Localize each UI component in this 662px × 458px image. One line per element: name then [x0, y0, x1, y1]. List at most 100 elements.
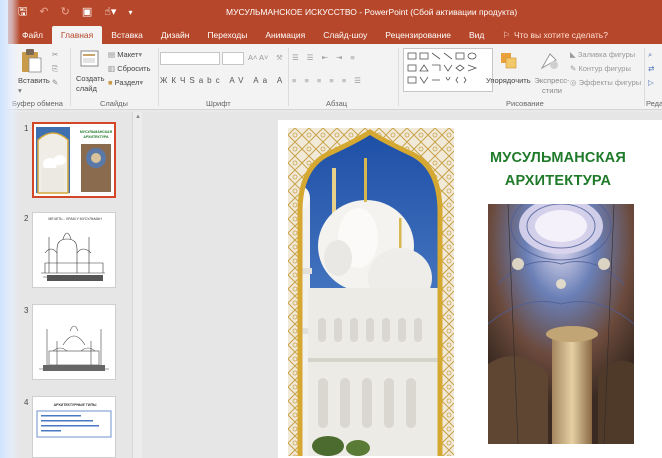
present-from-start-icon[interactable]: ▣ [82, 6, 92, 18]
reset-label: Сбросить [117, 64, 151, 73]
thumbnail-caption: АРХИТЕКТУРНЫЕ ТИПЫ [53, 403, 97, 407]
thumbnail-caption: МУСУЛЬМАНСКАЯ АРХИТЕКТУРА [79, 130, 113, 139]
slide-editing-area: МУСУЛЬМАНСКАЯ АРХИТЕКТУРА [142, 112, 662, 458]
quick-access-toolbar: 🖫 ↶ ↻ ▣ ☝▾ ▾ [8, 6, 132, 18]
layout-button[interactable]: ▤ Макет▾ [108, 50, 142, 59]
font-size-combobox[interactable] [222, 52, 244, 65]
layout-label: Макет [117, 50, 139, 59]
effects-icon: ◎ [570, 78, 577, 87]
select-icon[interactable]: ▷ [648, 78, 654, 87]
slide-title[interactable]: МУСУЛЬМАНСКАЯ АРХИТЕКТУРА [478, 147, 638, 193]
shapes-gallery-icons [407, 52, 478, 84]
ribbon-separator [70, 48, 71, 106]
slide-thumbnail-1[interactable]: МУСУЛЬМАНСКАЯ АРХИТЕКТУРА [32, 122, 116, 198]
thumbnail-scrollbar[interactable]: ▲ [132, 112, 142, 458]
pencil-icon: ✎ [570, 64, 577, 73]
shape-effects-button[interactable]: ◎ Эффекты фигуры [570, 78, 641, 87]
touch-mode-icon[interactable]: ☝▾ [104, 6, 116, 18]
font-name-combobox[interactable] [160, 52, 220, 65]
slide-thumbnail-2[interactable]: МЕЧЕТЬ - ХРАМ У МУСУЛЬМАН [32, 212, 116, 288]
reset-button[interactable]: ▥ Сбросить [108, 64, 151, 73]
ribbon-separator [158, 48, 159, 106]
align-buttons[interactable]: ≡ ≡ ≡ ≡ ≡ ☰ [292, 76, 364, 85]
shapes-gallery[interactable] [403, 48, 493, 92]
save-icon[interactable]: 🖫 [18, 6, 27, 18]
thumbnail-2-preview [41, 232, 105, 281]
tab-view[interactable]: Вид [460, 26, 493, 44]
slide-thumbnail-pane: 1 МУСУЛЬМАНСКАЯ АРХИТЕКТУРА 2 МЕЧЕТЬ - Х… [8, 112, 132, 458]
group-label-clipboard: Буфер обмена [12, 99, 63, 108]
slide-title-line-2: АРХИТЕКТУРА [504, 173, 612, 189]
tab-design[interactable]: Дизайн [152, 26, 199, 44]
tab-slideshow[interactable]: Слайд-шоу [314, 26, 376, 44]
section-button[interactable]: ■ Раздел▾ [108, 78, 143, 87]
font-size-buttons[interactable]: A˄ A˅ [248, 53, 268, 62]
slide-thumbnail-4[interactable]: АРХИТЕКТУРНЫЕ ТИПЫ [32, 396, 116, 458]
thumbnail-caption: МЕЧЕТЬ - ХРАМ У МУСУЛЬМАН [48, 217, 102, 221]
tab-transitions[interactable]: Переходы [198, 26, 256, 44]
paste-icon[interactable] [20, 48, 42, 74]
shape-outline-label: Контур фигуры [578, 64, 631, 73]
replace-icon[interactable]: ⇄ [648, 64, 654, 73]
shape-outline-button[interactable]: ✎ Контур фигуры [570, 64, 631, 73]
tell-me-text: Что вы хотите сделать? [513, 30, 608, 40]
list-buttons[interactable]: ☰ ☰ ⇤ ⇥ ≡ [292, 53, 358, 62]
powerpoint-window: 🖫 ↶ ↻ ▣ ☝▾ ▾ МУСУЛЬМАНСКОЕ ИСКУССТВО - P… [0, 0, 662, 458]
font-format-buttons[interactable]: ЖКЧSabc AV Aa A [160, 76, 286, 85]
tab-file[interactable]: Файл [8, 26, 52, 44]
group-label-paragraph: Абзац [326, 99, 348, 108]
redo-icon[interactable]: ↻ [61, 6, 70, 18]
ribbon-separator [288, 48, 289, 106]
quick-styles-icon[interactable] [538, 50, 560, 72]
ribbon-tabs: Файл Главная Вставка Дизайн Переходы Ани… [8, 24, 662, 44]
tell-me-box[interactable]: ⚐ Что вы хотите сделать? [493, 26, 617, 44]
quick-styles-button[interactable]: Экспресс-стили [532, 76, 572, 96]
paint-bucket-icon: ◣ [570, 50, 576, 59]
shape-fill-label: Заливка фигуры [577, 50, 636, 59]
group-label-font: Шрифт [206, 99, 231, 108]
ribbon-separator [644, 48, 645, 106]
layout-icon: ▤ [108, 50, 116, 59]
section-label: Раздел [114, 78, 140, 87]
ribbon-separator [398, 48, 399, 106]
tab-review[interactable]: Рецензирование [376, 26, 460, 44]
slide-title-line-1: МУСУЛЬМАНСКАЯ [490, 150, 626, 166]
arrange-button[interactable]: Упорядочить [486, 76, 531, 85]
group-label-slides: Слайды [100, 99, 128, 108]
tab-animations[interactable]: Анимация [256, 26, 314, 44]
shape-effects-label: Эффекты фигуры [578, 78, 642, 87]
paste-dropdown-icon[interactable]: ▾ [18, 86, 22, 95]
current-slide[interactable]: МУСУЛЬМАНСКАЯ АРХИТЕКТУРА [278, 120, 662, 458]
arrange-icon[interactable] [498, 50, 520, 72]
undo-icon[interactable]: ↶ [39, 6, 48, 18]
tab-home[interactable]: Главная [51, 26, 103, 44]
reset-icon: ▥ [108, 64, 116, 73]
thumbnail-number: 2 [24, 214, 29, 223]
thumbnail-number: 1 [24, 124, 29, 133]
tab-insert[interactable]: Вставка [102, 26, 152, 44]
scroll-up-icon[interactable]: ▲ [135, 114, 141, 120]
lightbulb-icon: ⚐ [502, 29, 510, 40]
customize-toolbar-icon[interactable]: ▾ [128, 7, 132, 18]
thumbnail-number: 3 [24, 306, 29, 315]
thumbnail-number: 4 [24, 398, 29, 407]
cut-icon[interactable]: ✂ [52, 50, 58, 59]
new-slide-icon[interactable] [80, 50, 100, 70]
slide-thumbnail-3[interactable] [32, 304, 116, 380]
shape-fill-button[interactable]: ◣ Заливка фигуры [570, 50, 635, 59]
ribbon-home: Вставить ▾ ✂ ⎘ ✎ Буфер обмена Создать сл… [8, 44, 662, 110]
dome-interior-image[interactable] [488, 204, 634, 444]
mosque-image[interactable] [288, 128, 454, 456]
new-slide-button[interactable]: Создать слайд [76, 74, 105, 94]
window-title: МУСУЛЬМАНСКОЕ ИСКУССТВО - PowerPoint (Сб… [226, 7, 518, 17]
group-label-drawing: Рисование [506, 99, 544, 108]
find-icon[interactable]: ⌕ [648, 50, 652, 60]
group-label-editing: Реда [646, 99, 662, 108]
format-painter-icon[interactable]: ✎ [52, 78, 58, 87]
title-bar: 🖫 ↶ ↻ ▣ ☝▾ ▾ МУСУЛЬМАНСКОЕ ИСКУССТВО - P… [8, 0, 662, 24]
clear-formatting-icon[interactable]: ⚒ [276, 53, 283, 62]
copy-icon[interactable]: ⎘ [52, 64, 58, 74]
thumbnail-3-preview [39, 325, 109, 371]
paste-button[interactable]: Вставить [18, 76, 50, 85]
section-icon: ■ [108, 78, 113, 87]
